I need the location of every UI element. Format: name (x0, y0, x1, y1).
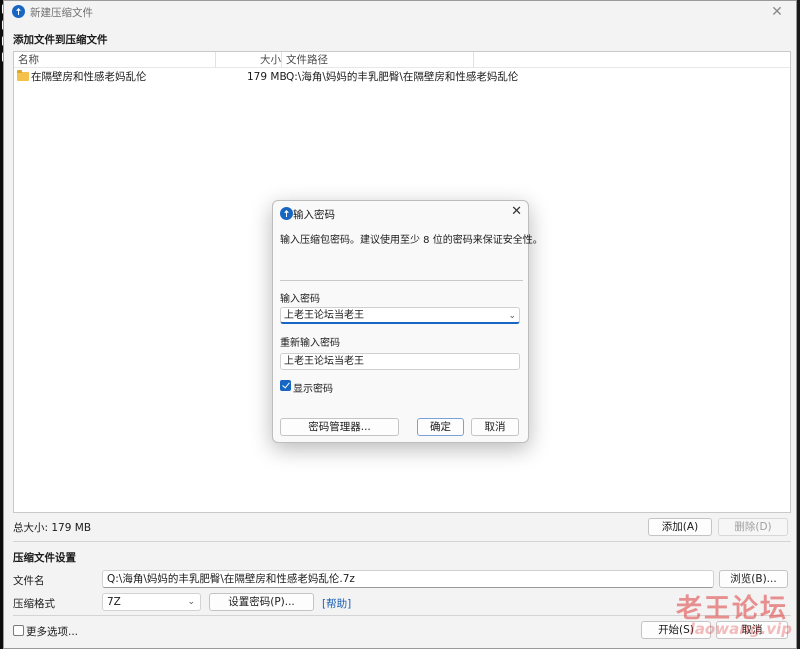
dialog-message: 输入压缩包密码。建议使用至少 8 位的密码来保证安全性。 (280, 235, 543, 246)
list-header: 名称 大小 文件路径 (14, 52, 790, 68)
file-name: 在隔壁房和性感老妈乱伦 (31, 71, 147, 83)
chevron-down-icon: ⌄ (187, 597, 195, 607)
filename-input[interactable]: Q:\海角\妈妈的丰乳肥臀\在隔壁房和性感老妈乱伦.7z (102, 570, 714, 588)
format-select[interactable]: 7Z ⌄ (102, 593, 201, 611)
chevron-down-icon[interactable]: ⌄ (508, 308, 516, 324)
column-size[interactable]: 大小 (260, 52, 281, 68)
window-title: 新建压缩文件 (30, 7, 93, 19)
close-icon[interactable]: ✕ (766, 3, 788, 21)
footer-divider (13, 615, 791, 616)
filename-label: 文件名 (13, 575, 45, 587)
help-link[interactable]: [帮助] (322, 596, 351, 611)
show-password-checkbox[interactable] (280, 380, 291, 391)
more-options-checkbox[interactable] (13, 625, 24, 636)
set-password-button[interactable]: 设置密码(P)... (209, 593, 314, 611)
more-options-label: 更多选项... (26, 626, 79, 638)
watermark-url: laowang.vip (689, 620, 792, 638)
password-manager-button[interactable]: 密码管理器... (280, 418, 399, 436)
files-section-title: 添加文件到压缩文件 (13, 34, 108, 46)
delete-button[interactable]: 删除(D) (718, 518, 788, 536)
file-path: Q:\海角\妈妈的丰乳肥臀\在隔壁房和性感老妈乱伦 (286, 71, 519, 83)
title-bar: 新建压缩文件 ✕ (4, 1, 796, 23)
reenter-password-label: 重新输入密码 (280, 338, 340, 349)
column-path[interactable]: 文件路径 (286, 52, 328, 68)
password-value: 上老王论坛当老王 (284, 310, 364, 321)
dialog-title: 输入密码 (293, 209, 335, 221)
format-label: 压缩格式 (13, 598, 55, 610)
column-name[interactable]: 名称 (18, 52, 39, 68)
dialog-close-icon[interactable]: ✕ (511, 204, 522, 219)
dialog-cancel-button[interactable]: 取消 (471, 418, 519, 436)
password-input[interactable]: 上老王论坛当老王 ⌄ (280, 307, 520, 324)
total-size: 总大小: 179 MB (13, 522, 92, 534)
folder-icon (17, 70, 29, 81)
reenter-password-input[interactable]: 上老王论坛当老王 (280, 353, 520, 370)
list-item[interactable]: 在隔壁房和性感老妈乱伦 179 MB Q:\海角\妈妈的丰乳肥臀\在隔壁房和性感… (14, 69, 790, 85)
add-button[interactable]: 添加(A) (648, 518, 712, 536)
section-divider (13, 541, 791, 542)
dialog-separator (280, 280, 523, 281)
show-password-label: 显示密码 (293, 384, 333, 395)
format-value: 7Z (107, 596, 121, 608)
password-label: 输入密码 (280, 294, 320, 305)
browse-button[interactable]: 浏览(B)... (719, 570, 788, 588)
dialog-app-icon (280, 207, 293, 220)
password-dialog: 输入密码 ✕ 输入压缩包密码。建议使用至少 8 位的密码来保证安全性。 输入密码… (272, 200, 543, 443)
file-size: 179 MB (247, 71, 287, 83)
ok-button[interactable]: 确定 (417, 418, 464, 436)
settings-title: 压缩文件设置 (13, 552, 76, 564)
app-icon (12, 5, 25, 18)
